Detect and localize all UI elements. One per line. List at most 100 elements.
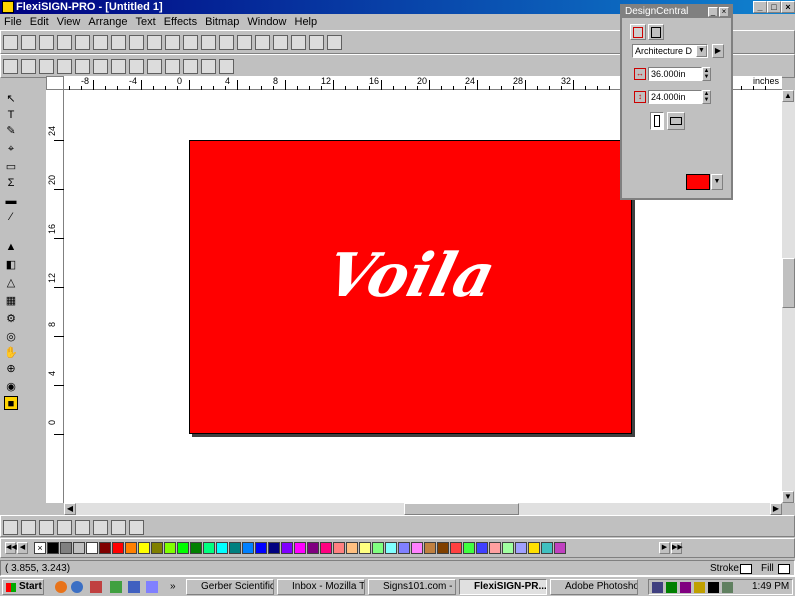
color-swatch[interactable]	[463, 542, 475, 554]
menu-view[interactable]: View	[53, 14, 85, 30]
minimize-button[interactable]: _	[753, 1, 767, 13]
combine-icon[interactable]	[39, 59, 54, 74]
color-swatch[interactable]	[138, 542, 150, 554]
palette-prev-icon[interactable]: ◀	[17, 542, 28, 554]
align-bottom-icon[interactable]	[309, 35, 324, 50]
line-icon[interactable]	[39, 520, 54, 535]
menu-edit[interactable]: Edit	[26, 14, 53, 30]
ellipse-icon[interactable]	[129, 59, 144, 74]
zoom-tool-icon[interactable]: ⊕	[4, 362, 18, 376]
horizontal-scrollbar[interactable]: ◀ ▶	[64, 503, 782, 515]
artwork-text[interactable]: Voila	[181, 241, 639, 311]
scroll-right-icon[interactable]: ▶	[770, 503, 782, 515]
break-icon[interactable]	[57, 59, 72, 74]
transform-tool-icon[interactable]: ▦	[4, 294, 18, 308]
color-swatch[interactable]	[346, 542, 358, 554]
task-signs101[interactable]: Signs101.com - ...	[368, 579, 456, 595]
import-icon[interactable]	[57, 35, 72, 50]
preview-icon[interactable]	[201, 35, 216, 50]
menu-arrange[interactable]: Arrange	[84, 14, 131, 30]
eyedropper-icon[interactable]: ⁄	[4, 210, 18, 224]
color-swatch[interactable]	[216, 542, 228, 554]
width-stepper[interactable]: ▲ ▼	[702, 67, 711, 81]
color-swatch[interactable]	[515, 542, 527, 554]
menu-window[interactable]: Window	[243, 14, 290, 30]
panel-close-button[interactable]: ×	[719, 7, 729, 17]
ungroup-icon[interactable]	[21, 59, 36, 74]
color-swatch[interactable]	[359, 542, 371, 554]
select-curve-icon[interactable]	[3, 520, 18, 535]
menu-help[interactable]: Help	[291, 14, 322, 30]
knife-icon[interactable]	[111, 520, 126, 535]
color-swatch[interactable]	[541, 542, 553, 554]
no-color-swatch[interactable]: ×	[34, 542, 46, 554]
color-swatch[interactable]	[372, 542, 384, 554]
dimension-tool-icon[interactable]: ▬	[4, 194, 18, 208]
fill-tool-icon[interactable]: ▲	[4, 240, 18, 254]
menu-file[interactable]: File	[0, 14, 26, 30]
align-top-icon[interactable]	[273, 35, 288, 50]
zoom-icon[interactable]	[183, 35, 198, 50]
pencil-icon[interactable]	[75, 520, 90, 535]
palette-last-icon[interactable]: ▶▶	[671, 542, 683, 554]
tray-network-icon[interactable]	[652, 582, 663, 593]
ruler-origin[interactable]	[46, 76, 64, 90]
color-swatch[interactable]	[151, 542, 163, 554]
menu-effects[interactable]: Effects	[160, 14, 201, 30]
open-icon[interactable]	[21, 35, 36, 50]
color-swatch[interactable]	[528, 542, 540, 554]
task-gerber[interactable]: Gerber Scientific...	[186, 579, 274, 595]
color-swatch[interactable]	[294, 542, 306, 554]
firefox-icon[interactable]	[55, 581, 67, 593]
color-swatch[interactable]	[229, 542, 241, 554]
artboard[interactable]: Voila	[189, 140, 632, 434]
quicklaunch-icon[interactable]	[90, 581, 102, 593]
pan-hand-icon[interactable]: ✋	[4, 346, 18, 360]
stamp-icon[interactable]	[129, 520, 144, 535]
weld-icon[interactable]	[75, 59, 90, 74]
group-icon[interactable]	[3, 59, 18, 74]
scroll-up-icon[interactable]: ▲	[782, 90, 794, 102]
pointer-tool-icon[interactable]: ↖	[4, 92, 18, 106]
color-swatch[interactable]	[411, 542, 423, 554]
task-flexisign[interactable]: FlexiSIGN-PR...	[459, 579, 547, 595]
preset-arrow-icon[interactable]: ▶	[712, 44, 724, 58]
copy-icon[interactable]	[111, 35, 126, 50]
cut-icon[interactable]	[93, 35, 108, 50]
color-swatch[interactable]	[164, 542, 176, 554]
print-icon[interactable]	[75, 35, 90, 50]
tray-util-icon[interactable]	[722, 582, 733, 593]
rectangle-tool-icon[interactable]: ▭	[4, 160, 18, 174]
new-icon[interactable]	[3, 35, 18, 50]
height-stepper[interactable]: ▲ ▼	[702, 90, 711, 104]
vertical-scrollbar[interactable]: ▲ ▼	[782, 90, 795, 503]
fill-color-tool-icon[interactable]: ■	[4, 396, 18, 410]
task-mozilla[interactable]: Inbox - Mozilla T...	[277, 579, 365, 595]
menu-bitmap[interactable]: Bitmap	[201, 14, 243, 30]
quicklaunch3-icon[interactable]	[128, 581, 140, 593]
start-button[interactable]: Start	[2, 579, 44, 595]
color-swatch[interactable]	[112, 542, 124, 554]
node-edit-icon[interactable]: ⌖	[4, 142, 18, 156]
effects-tool-icon[interactable]: ⚙	[4, 312, 18, 326]
color-swatch[interactable]	[398, 542, 410, 554]
color-swatch[interactable]	[60, 542, 72, 554]
lasso-icon[interactable]	[21, 520, 36, 535]
distort-tool-icon[interactable]: Σ	[4, 176, 18, 190]
tray-monitor-icon[interactable]	[708, 582, 719, 593]
vertical-scroll-thumb[interactable]	[782, 258, 795, 308]
color-swatch[interactable]	[177, 542, 189, 554]
tray-volume-icon[interactable]	[694, 582, 705, 593]
color-swatch[interactable]	[242, 542, 254, 554]
color-swatch[interactable]	[281, 542, 293, 554]
banner-icon[interactable]	[219, 59, 234, 74]
landscape-button[interactable]	[667, 112, 685, 130]
color-swatch[interactable]	[489, 542, 501, 554]
color-swatch[interactable]	[73, 542, 85, 554]
color-swatch[interactable]	[125, 542, 137, 554]
document-tab[interactable]	[648, 24, 664, 40]
menu-text[interactable]: Text	[132, 14, 160, 30]
color-swatch[interactable]	[502, 542, 514, 554]
fill-swatch[interactable]	[778, 564, 790, 574]
redo-icon[interactable]	[165, 35, 180, 50]
